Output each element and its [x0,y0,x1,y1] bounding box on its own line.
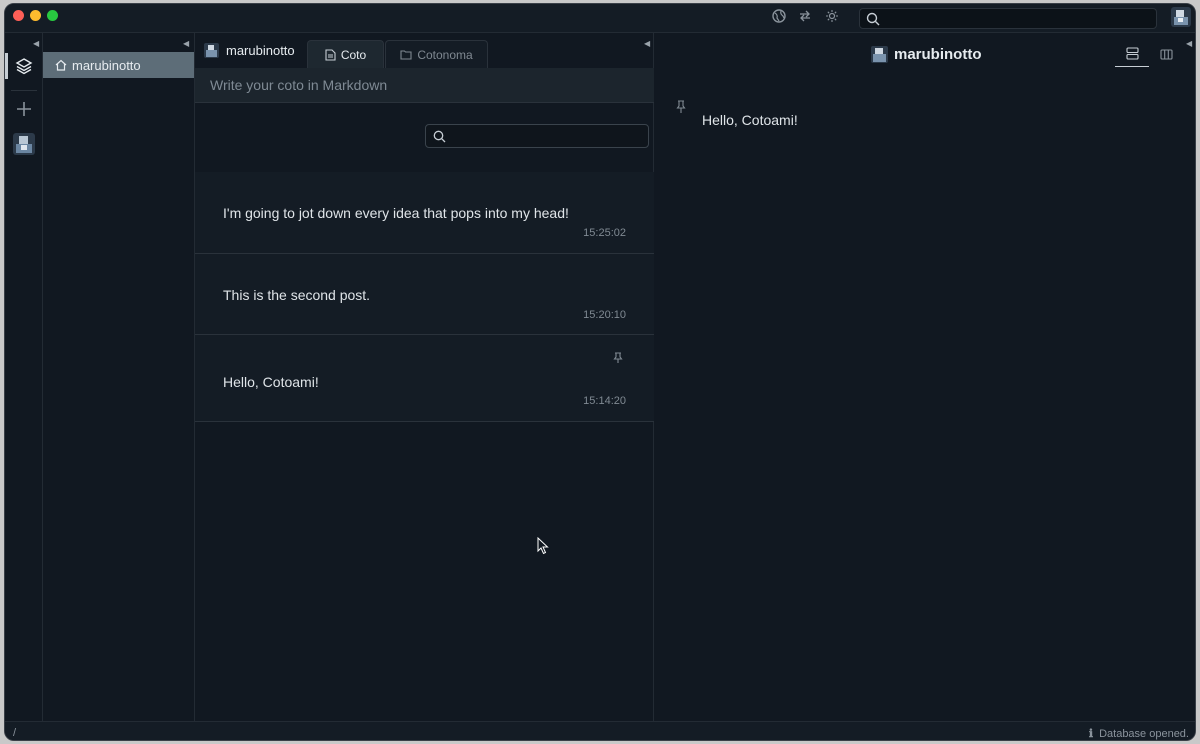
title-bar [5,4,1195,33]
node-avatar [871,46,888,63]
tab-cotonoma[interactable]: Cotonoma [385,40,488,68]
status-text: Database opened. [1099,727,1189,740]
plus-icon [17,102,31,116]
nav-panel: ◀ marubinotto [43,33,195,721]
coto-text: I'm going to jot down every idea that po… [223,205,569,221]
rail-divider [11,90,37,91]
pinned-coto-text[interactable]: Hello, Cotoami! [702,112,798,128]
search-icon [433,130,446,143]
node-avatar [204,43,219,58]
timeline-search-input[interactable] [425,124,649,148]
app-window: ◀ ◀ marubinotto marubinotto Coto Cotonom… [4,3,1196,741]
node-name: marubinotto [226,43,295,58]
coto-time: 15:14:20 [583,395,626,407]
tab-coto[interactable]: Coto [307,40,384,68]
status-path: / [13,727,17,739]
add-node-button[interactable] [15,100,33,118]
pinned-pane: marubinotto ◀ Hello, Cotoami! [654,33,1195,721]
left-rail: ◀ [5,33,43,721]
coto-time: 15:25:02 [583,227,626,239]
sun-icon[interactable] [825,9,841,25]
collapse-nav-button[interactable]: ◀ [183,39,189,48]
current-node[interactable]: marubinotto [204,43,295,58]
minimize-window-button[interactable] [30,10,41,21]
collapse-timeline-button[interactable]: ◀ [644,39,650,48]
pin-icon[interactable] [612,352,624,364]
coto-item[interactable]: Hello, Cotoami! 15:14:20 [195,335,654,422]
globe-icon[interactable] [772,9,788,25]
coto-text: Hello, Cotoami! [223,374,319,390]
document-icon [325,48,336,61]
node-avatar[interactable] [13,133,35,155]
status-message: ℹ Database opened. [1088,727,1189,741]
tab-label: Coto [340,47,367,62]
columns-view-button[interactable] [1149,41,1183,67]
collapse-pane-button[interactable]: ◀ [1186,39,1192,48]
columns-icon [1159,48,1173,60]
editor-placeholder: Write your coto in Markdown [210,77,388,93]
pane-title-text: marubinotto [894,46,982,63]
swap-icon[interactable] [798,9,814,25]
coto-item[interactable]: This is the second post. 15:20:10 [195,254,654,335]
coto-time: 15:20:10 [583,309,626,321]
user-avatar[interactable] [1171,7,1191,27]
nav-item-label: marubinotto [72,57,141,73]
search-icon [866,12,880,26]
timeline-header: marubinotto Coto Cotonoma ◀ [195,33,653,68]
pane-title: marubinotto [871,46,982,63]
active-indicator [5,53,8,79]
status-bar: / ℹ Database opened. [5,721,1195,741]
coto-item[interactable]: I'm going to jot down every idea that po… [195,172,654,254]
coto-editor[interactable]: Write your coto in Markdown [195,68,654,103]
global-search-input[interactable] [859,8,1157,29]
tab-label: Cotonoma [417,47,473,62]
collapse-rail-button[interactable]: ◀ [33,39,39,48]
mouse-cursor-icon [537,537,549,555]
info-icon: ℹ [1088,728,1094,740]
coto-text: This is the second post. [223,287,371,303]
layers-icon [15,58,33,75]
timeline-panel: marubinotto Coto Cotonoma ◀ Write your c… [195,33,654,721]
folder-icon [400,50,412,60]
rows-icon [1125,47,1139,60]
layers-button[interactable] [5,51,43,81]
rows-view-button[interactable] [1115,41,1149,67]
close-window-button[interactable] [13,10,24,21]
zoom-window-button[interactable] [47,10,58,21]
home-icon [55,59,67,71]
pin-icon[interactable] [675,100,687,114]
nav-item-home[interactable]: marubinotto [43,52,194,78]
